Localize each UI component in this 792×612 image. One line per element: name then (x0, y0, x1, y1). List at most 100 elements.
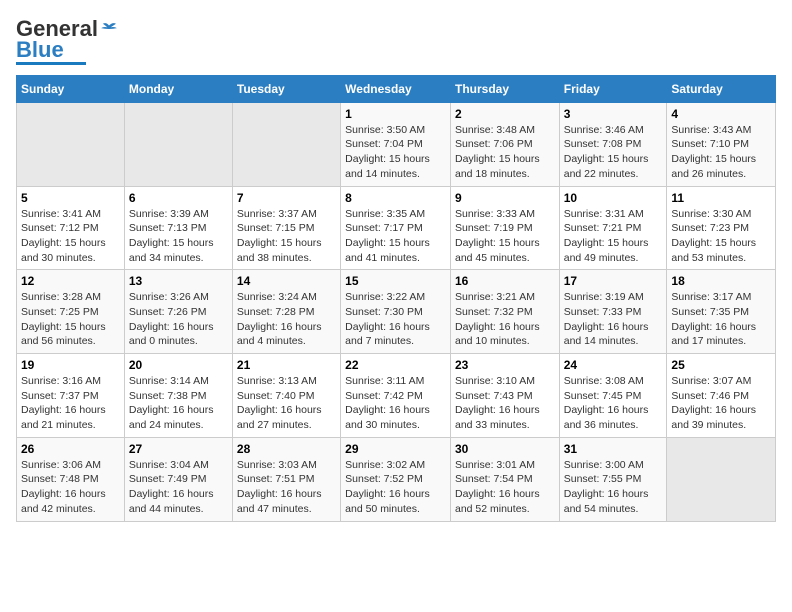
day-info: Sunrise: 3:26 AM Sunset: 7:26 PM Dayligh… (129, 290, 228, 349)
day-number: 11 (671, 191, 771, 205)
calendar-cell (124, 102, 232, 186)
day-number: 23 (455, 358, 555, 372)
day-info: Sunrise: 3:03 AM Sunset: 7:51 PM Dayligh… (237, 458, 336, 517)
calendar-cell: 6 Sunrise: 3:39 AM Sunset: 7:13 PM Daylig… (124, 186, 232, 270)
day-number: 29 (345, 442, 446, 456)
header: General Blue (16, 16, 776, 65)
weekday-header-saturday: Saturday (667, 75, 776, 102)
calendar-cell: 17 Sunrise: 3:19 AM Sunset: 7:33 PM Dayli… (559, 270, 667, 354)
calendar-cell: 8Sunrise: 3:35 AM Sunset: 7:17 PM Daylig… (341, 186, 451, 270)
day-number: 13 (129, 274, 228, 288)
weekday-header-wednesday: Wednesday (341, 75, 451, 102)
day-number: 12 (21, 274, 120, 288)
calendar-cell: 2 Sunrise: 3:48 AM Sunset: 7:06 PM Daylig… (450, 102, 559, 186)
day-info: Sunrise: 3:11 AM Sunset: 7:42 PM Dayligh… (345, 374, 446, 433)
day-number: 26 (21, 442, 120, 456)
day-number: 16 (455, 274, 555, 288)
day-number: 22 (345, 358, 446, 372)
day-number: 24 (564, 358, 663, 372)
day-number: 30 (455, 442, 555, 456)
day-info: Sunrise: 3:22 AM Sunset: 7:30 PM Dayligh… (345, 290, 446, 349)
calendar-cell (17, 102, 125, 186)
logo: General Blue (16, 16, 118, 65)
day-number: 17 (564, 274, 663, 288)
calendar-cell: 19Sunrise: 3:16 AM Sunset: 7:37 PM Dayli… (17, 354, 125, 438)
calendar-cell: 21 Sunrise: 3:13 AM Sunset: 7:40 PM Dayli… (232, 354, 340, 438)
day-info: Sunrise: 3:48 AM Sunset: 7:06 PM Dayligh… (455, 123, 555, 182)
calendar-cell: 23 Sunrise: 3:10 AM Sunset: 7:43 PM Dayli… (450, 354, 559, 438)
day-info: Sunrise: 3:37 AM Sunset: 7:15 PM Dayligh… (237, 207, 336, 266)
calendar-cell: 27Sunrise: 3:04 AM Sunset: 7:49 PM Dayli… (124, 437, 232, 521)
day-info: Sunrise: 3:43 AM Sunset: 7:10 PM Dayligh… (671, 123, 771, 182)
day-number: 6 (129, 191, 228, 205)
weekday-header-sunday: Sunday (17, 75, 125, 102)
day-info: Sunrise: 3:02 AM Sunset: 7:52 PM Dayligh… (345, 458, 446, 517)
day-info: Sunrise: 3:01 AM Sunset: 7:54 PM Dayligh… (455, 458, 555, 517)
day-number: 28 (237, 442, 336, 456)
day-info: Sunrise: 3:19 AM Sunset: 7:33 PM Dayligh… (564, 290, 663, 349)
calendar-cell: 5Sunrise: 3:41 AM Sunset: 7:12 PM Daylig… (17, 186, 125, 270)
day-number: 10 (564, 191, 663, 205)
weekday-header-tuesday: Tuesday (232, 75, 340, 102)
calendar-cell: 29 Sunrise: 3:02 AM Sunset: 7:52 PM Dayli… (341, 437, 451, 521)
logo-blue: Blue (16, 40, 64, 60)
day-number: 2 (455, 107, 555, 121)
calendar-cell (667, 437, 776, 521)
calendar-cell: 25 Sunrise: 3:07 AM Sunset: 7:46 PM Dayli… (667, 354, 776, 438)
day-info: Sunrise: 3:30 AM Sunset: 7:23 PM Dayligh… (671, 207, 771, 266)
day-number: 25 (671, 358, 771, 372)
calendar-cell: 16 Sunrise: 3:21 AM Sunset: 7:32 PM Dayli… (450, 270, 559, 354)
calendar-week-row: 5Sunrise: 3:41 AM Sunset: 7:12 PM Daylig… (17, 186, 776, 270)
day-number: 9 (455, 191, 555, 205)
calendar-cell: 4 Sunrise: 3:43 AM Sunset: 7:10 PM Daylig… (667, 102, 776, 186)
calendar-cell: 24 Sunrise: 3:08 AM Sunset: 7:45 PM Dayli… (559, 354, 667, 438)
day-info: Sunrise: 3:21 AM Sunset: 7:32 PM Dayligh… (455, 290, 555, 349)
day-number: 20 (129, 358, 228, 372)
day-number: 1 (345, 107, 446, 121)
day-info: Sunrise: 3:10 AM Sunset: 7:43 PM Dayligh… (455, 374, 555, 433)
calendar-cell: 28 Sunrise: 3:03 AM Sunset: 7:51 PM Dayli… (232, 437, 340, 521)
calendar-cell: 26Sunrise: 3:06 AM Sunset: 7:48 PM Dayli… (17, 437, 125, 521)
calendar-cell: 15Sunrise: 3:22 AM Sunset: 7:30 PM Dayli… (341, 270, 451, 354)
day-info: Sunrise: 3:50 AM Sunset: 7:04 PM Dayligh… (345, 123, 446, 182)
day-number: 21 (237, 358, 336, 372)
weekday-header-friday: Friday (559, 75, 667, 102)
calendar-week-row: 12 Sunrise: 3:28 AM Sunset: 7:25 PM Dayli… (17, 270, 776, 354)
calendar-week-row: 26Sunrise: 3:06 AM Sunset: 7:48 PM Dayli… (17, 437, 776, 521)
calendar-table: SundayMondayTuesdayWednesdayThursdayFrid… (16, 75, 776, 522)
calendar-cell: 12 Sunrise: 3:28 AM Sunset: 7:25 PM Dayli… (17, 270, 125, 354)
calendar-cell: 7 Sunrise: 3:37 AM Sunset: 7:15 PM Daylig… (232, 186, 340, 270)
day-info: Sunrise: 3:33 AM Sunset: 7:19 PM Dayligh… (455, 207, 555, 266)
day-info: Sunrise: 3:00 AM Sunset: 7:55 PM Dayligh… (564, 458, 663, 517)
day-info: Sunrise: 3:28 AM Sunset: 7:25 PM Dayligh… (21, 290, 120, 349)
day-number: 7 (237, 191, 336, 205)
day-number: 19 (21, 358, 120, 372)
calendar-cell: 18Sunrise: 3:17 AM Sunset: 7:35 PM Dayli… (667, 270, 776, 354)
calendar-cell: 20Sunrise: 3:14 AM Sunset: 7:38 PM Dayli… (124, 354, 232, 438)
calendar-cell: 31 Sunrise: 3:00 AM Sunset: 7:55 PM Dayli… (559, 437, 667, 521)
logo-bird-icon (100, 22, 118, 36)
calendar-week-row: 1 Sunrise: 3:50 AM Sunset: 7:04 PM Daylig… (17, 102, 776, 186)
day-info: Sunrise: 3:39 AM Sunset: 7:13 PM Dayligh… (129, 207, 228, 266)
calendar-cell: 9 Sunrise: 3:33 AM Sunset: 7:19 PM Daylig… (450, 186, 559, 270)
day-number: 31 (564, 442, 663, 456)
day-info: Sunrise: 3:13 AM Sunset: 7:40 PM Dayligh… (237, 374, 336, 433)
day-info: Sunrise: 3:07 AM Sunset: 7:46 PM Dayligh… (671, 374, 771, 433)
day-number: 18 (671, 274, 771, 288)
day-number: 14 (237, 274, 336, 288)
day-info: Sunrise: 3:31 AM Sunset: 7:21 PM Dayligh… (564, 207, 663, 266)
day-info: Sunrise: 3:46 AM Sunset: 7:08 PM Dayligh… (564, 123, 663, 182)
day-info: Sunrise: 3:35 AM Sunset: 7:17 PM Dayligh… (345, 207, 446, 266)
calendar-week-row: 19Sunrise: 3:16 AM Sunset: 7:37 PM Dayli… (17, 354, 776, 438)
day-info: Sunrise: 3:41 AM Sunset: 7:12 PM Dayligh… (21, 207, 120, 266)
day-number: 3 (564, 107, 663, 121)
day-number: 4 (671, 107, 771, 121)
day-info: Sunrise: 3:08 AM Sunset: 7:45 PM Dayligh… (564, 374, 663, 433)
calendar-cell: 1 Sunrise: 3:50 AM Sunset: 7:04 PM Daylig… (341, 102, 451, 186)
weekday-header-row: SundayMondayTuesdayWednesdayThursdayFrid… (17, 75, 776, 102)
weekday-header-monday: Monday (124, 75, 232, 102)
weekday-header-thursday: Thursday (450, 75, 559, 102)
calendar-cell: 14Sunrise: 3:24 AM Sunset: 7:28 PM Dayli… (232, 270, 340, 354)
calendar-cell: 10 Sunrise: 3:31 AM Sunset: 7:21 PM Dayli… (559, 186, 667, 270)
calendar-cell (232, 102, 340, 186)
